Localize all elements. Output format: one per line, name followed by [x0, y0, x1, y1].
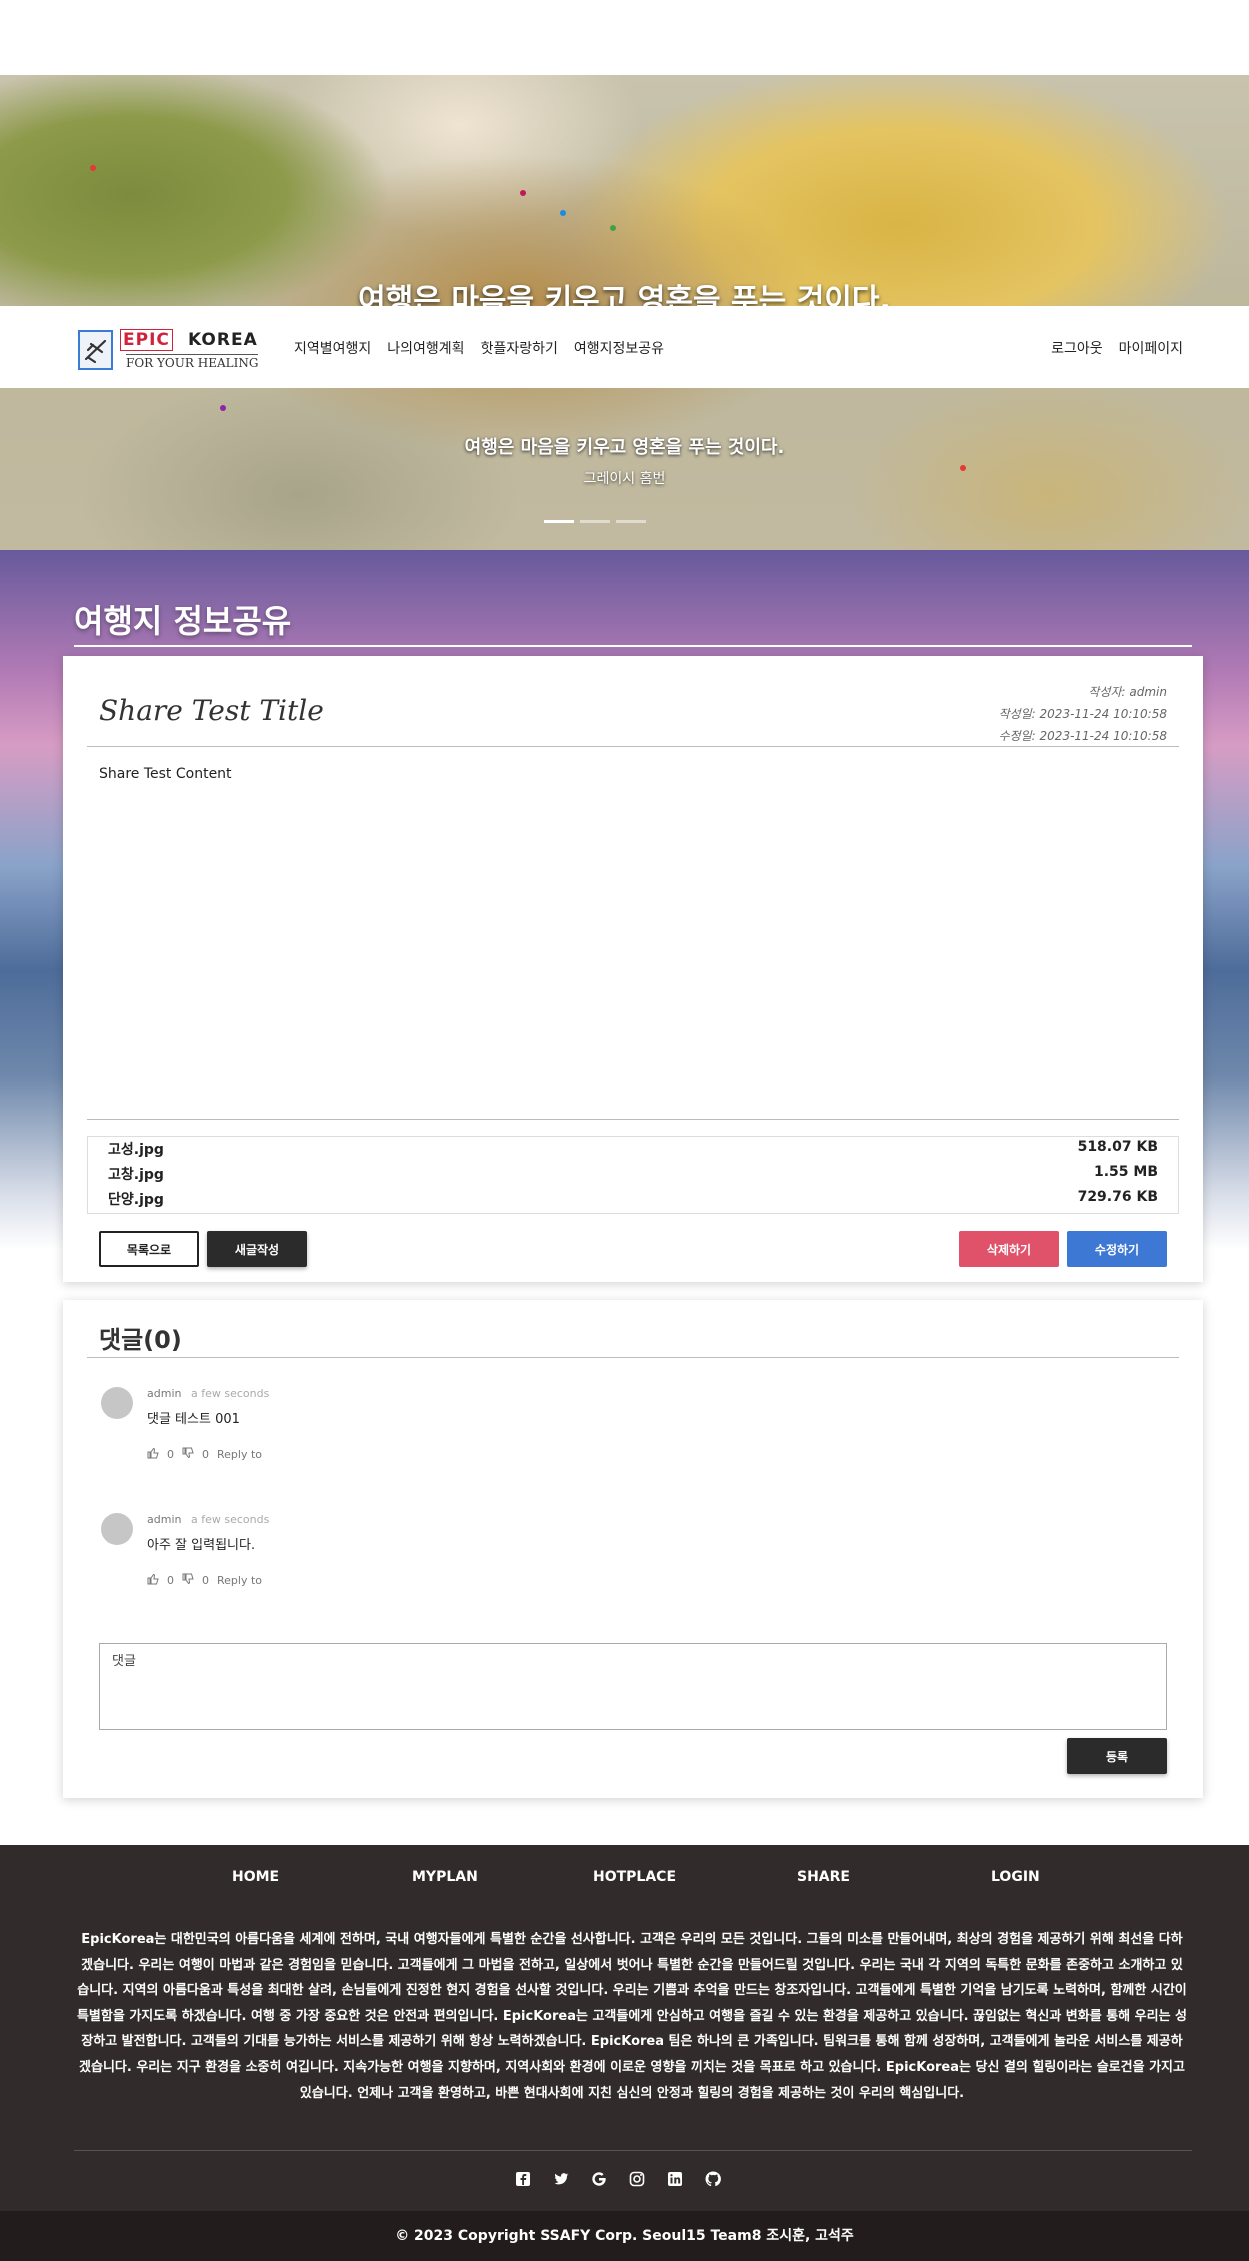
hero-quote: 여행은 마음을 키우고 영혼을 푸는 것이다. [464, 437, 785, 458]
logo-slogan: FOR YOUR HEALING [126, 354, 259, 370]
article-card: Share Test Title 작성자: admin 작성일: 2023-11… [63, 656, 1203, 1282]
dislike-count: 0 [202, 1574, 209, 1587]
facebook-icon[interactable] [514, 2170, 532, 2188]
thumbs-down-icon[interactable] [182, 1573, 194, 1588]
github-icon[interactable] [704, 2170, 722, 2188]
nav-link-hotplace[interactable]: 핫플자랑하기 [481, 338, 558, 358]
page-title: 여행지 정보공유 [74, 602, 292, 640]
attachment-list: 고성.jpg 518.07 KB 고창.jpg 1.55 MB 단양.jpg 7… [87, 1136, 1179, 1214]
nav-link-share[interactable]: 여행지정보공유 [574, 338, 664, 358]
divider [87, 1357, 1179, 1358]
article-meta: 작성자: admin 작성일: 2023-11-24 10:10:58 수정일:… [999, 681, 1167, 747]
attachment-item[interactable]: 고성.jpg 518.07 KB [108, 1139, 1158, 1163]
attachment-name: 단양.jpg [108, 1192, 164, 1208]
attachment-item[interactable]: 고창.jpg 1.55 MB [108, 1164, 1158, 1188]
comment-time: a few seconds [191, 1513, 270, 1526]
divider [87, 1119, 1179, 1120]
carousel-indicator[interactable] [616, 520, 646, 523]
logout-link[interactable]: 로그아웃 [1051, 338, 1103, 358]
dislike-count: 0 [202, 1448, 209, 1461]
comment-text: 아주 잘 입력됩니다. [147, 1538, 256, 1553]
avatar [101, 1513, 133, 1545]
comment-item: admin a few seconds 댓글 테스트 001 0 0 Reply… [101, 1387, 1001, 1487]
article-modified-date: 수정일: 2023-11-24 10:10:58 [998, 729, 1167, 743]
nav-user-links: 로그아웃 마이페이지 [1051, 338, 1183, 358]
copyright: © 2023 Copyright SSAFY Corp. Seoul15 Tea… [0, 2211, 1249, 2261]
attachment-name: 고창.jpg [108, 1167, 164, 1183]
register-comment-button[interactable]: 등록 [1067, 1738, 1167, 1774]
footer-link-myplan[interactable]: MYPLAN [412, 1869, 478, 1885]
footer-description: EpicKorea는 대한민국의 아름다움을 세계에 전하며, 국내 여행자들에… [76, 1932, 1188, 2101]
logo-epic: EPIC [120, 329, 173, 351]
carousel-indicator[interactable] [544, 520, 574, 523]
twitter-icon[interactable] [552, 2170, 570, 2188]
edit-button[interactable]: 수정하기 [1067, 1231, 1167, 1267]
title-divider [74, 645, 1192, 647]
nav-link-my-plan[interactable]: 나의여행계획 [387, 338, 464, 358]
comment-item: admin a few seconds 아주 잘 입력됩니다. 0 0 Repl… [101, 1513, 1001, 1613]
comment-input[interactable]: 댓글 [99, 1643, 1167, 1730]
footer-link-home[interactable]: HOME [232, 1869, 279, 1885]
thumbs-down-icon[interactable] [182, 1447, 194, 1462]
comment-actions: 0 0 Reply to [147, 1447, 262, 1462]
map-pin [560, 210, 566, 216]
article-content: Share Test Content [99, 766, 232, 782]
like-count: 0 [167, 1574, 174, 1587]
article-created-date: 작성일: 2023-11-24 10:10:58 [998, 707, 1167, 721]
navbar: EPIC KOREA FOR YOUR HEALING 지역별여행지 나의여행계… [0, 306, 1249, 388]
carousel-indicator[interactable] [580, 520, 610, 523]
map-pin [220, 405, 226, 411]
comments-card: 댓글(0) admin a few seconds 댓글 테스트 001 0 0… [63, 1300, 1203, 1798]
logo-korea: KOREA [188, 330, 258, 350]
logo[interactable]: EPIC KOREA FOR YOUR HEALING [78, 324, 264, 372]
footer: HOME MYPLAN HOTPLACE SHARE LOGIN EpicKor… [0, 1845, 1249, 2261]
google-icon[interactable] [590, 2170, 608, 2188]
new-post-button[interactable]: 새글작성 [207, 1231, 307, 1267]
like-count: 0 [167, 1448, 174, 1461]
comment-actions: 0 0 Reply to [147, 1573, 262, 1588]
footer-divider [74, 2150, 1192, 2151]
comment-author: admin [147, 1513, 182, 1526]
comment-text: 댓글 테스트 001 [147, 1412, 240, 1427]
comment-time: a few seconds [191, 1387, 270, 1400]
airplane-icon [78, 330, 113, 370]
carousel-indicators [544, 520, 646, 523]
attachment-size: 518.07 KB [1077, 1139, 1158, 1155]
thumbs-up-icon[interactable] [147, 1573, 159, 1588]
footer-link-login[interactable]: LOGIN [991, 1869, 1040, 1885]
instagram-icon[interactable] [628, 2170, 646, 2188]
hero-quote-author: 그레이시 홈번 [583, 471, 666, 487]
map-pin [520, 190, 526, 196]
thumbs-up-icon[interactable] [147, 1447, 159, 1462]
mypage-link[interactable]: 마이페이지 [1119, 338, 1183, 358]
footer-link-share[interactable]: SHARE [797, 1869, 850, 1885]
attachment-size: 729.76 KB [1077, 1189, 1158, 1205]
article-title: Share Test Title [99, 694, 324, 727]
back-to-list-button[interactable]: 목록으로 [99, 1231, 199, 1267]
nav-link-regional-trips[interactable]: 지역별여행지 [294, 338, 371, 358]
footer-nav: HOME MYPLAN HOTPLACE SHARE LOGIN [0, 1869, 1249, 1893]
comments-title: 댓글(0) [99, 1326, 182, 1354]
map-pin [610, 225, 616, 231]
attachment-size: 1.55 MB [1093, 1164, 1158, 1180]
attachment-name: 고성.jpg [108, 1142, 164, 1158]
comment-author: admin [147, 1387, 182, 1400]
reply-link[interactable]: Reply to [217, 1574, 262, 1587]
avatar [101, 1387, 133, 1419]
article-author: 작성자: admin [1088, 685, 1167, 699]
social-links [514, 2170, 722, 2188]
delete-button[interactable]: 삭제하기 [959, 1231, 1059, 1267]
attachment-item[interactable]: 단양.jpg 729.76 KB [108, 1189, 1158, 1213]
map-pin [90, 165, 96, 171]
reply-link[interactable]: Reply to [217, 1448, 262, 1461]
footer-link-hotplace[interactable]: HOTPLACE [593, 1869, 676, 1885]
linkedin-icon[interactable] [666, 2170, 684, 2188]
divider [87, 746, 1179, 747]
nav-links: 지역별여행지 나의여행계획 핫플자랑하기 여행지정보공유 [294, 338, 664, 358]
